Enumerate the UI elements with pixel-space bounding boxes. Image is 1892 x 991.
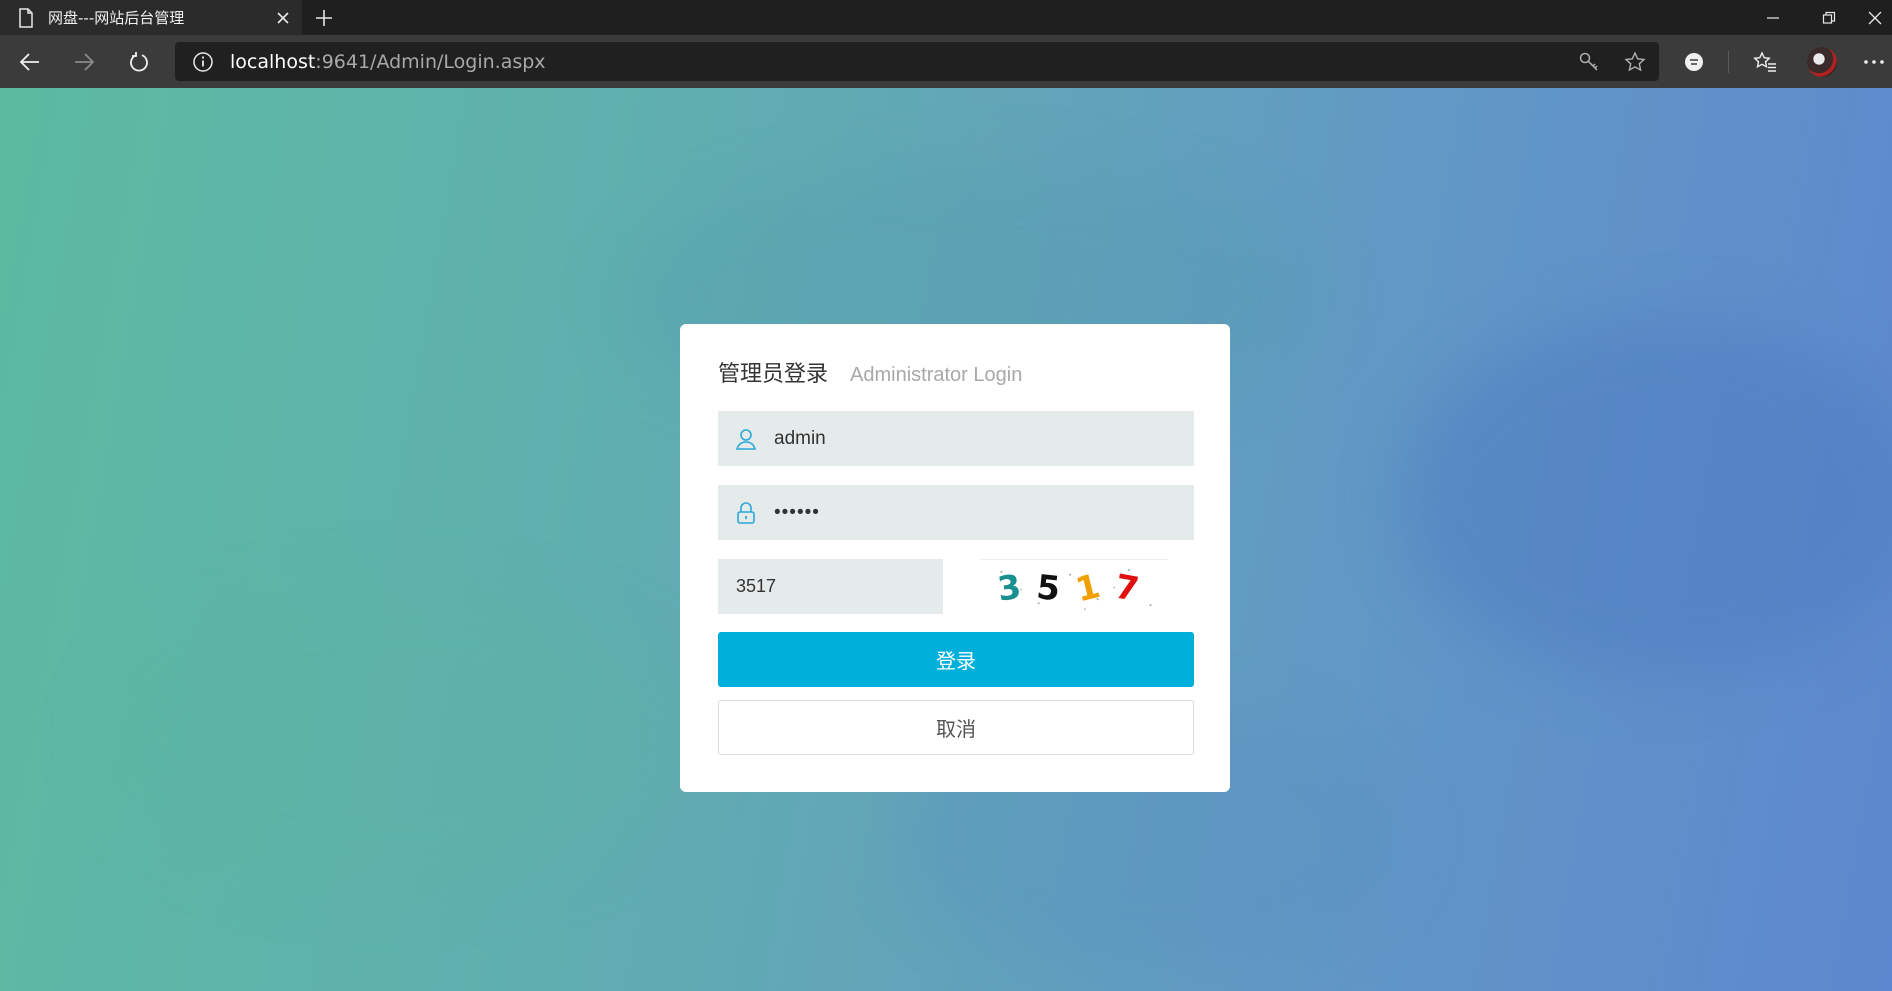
captcha-field[interactable] bbox=[718, 559, 943, 614]
address-bar[interactable]: localhost:9641/Admin/Login.aspx bbox=[175, 42, 1659, 81]
avatar bbox=[1807, 47, 1837, 77]
card-header: 管理员登录 Administrator Login bbox=[718, 356, 1022, 388]
browser-titlebar: 网盘---网站后台管理 bbox=[0, 0, 1892, 35]
captcha-digit: 7 bbox=[1112, 567, 1142, 609]
arrow-right-icon bbox=[75, 53, 95, 71]
plus-icon bbox=[316, 9, 332, 26]
page-viewport: 管理员登录 Administrator Login 3517 bbox=[0, 88, 1892, 991]
close-icon bbox=[1868, 11, 1882, 24]
username-field[interactable] bbox=[718, 411, 1194, 466]
extension-icon bbox=[1685, 53, 1703, 71]
restore-button[interactable] bbox=[1806, 0, 1852, 35]
tab-title: 网盘---网站后台管理 bbox=[48, 9, 185, 27]
key-icon bbox=[1579, 52, 1598, 71]
captcha-digit: 1 bbox=[1072, 566, 1104, 609]
profile-button[interactable] bbox=[1804, 44, 1840, 80]
minimize-button[interactable] bbox=[1750, 0, 1796, 35]
close-icon bbox=[277, 11, 289, 24]
add-favorite-button[interactable] bbox=[1617, 42, 1653, 81]
captcha-digit: 5 bbox=[1035, 567, 1062, 608]
back-button[interactable] bbox=[12, 44, 48, 80]
password-key-button[interactable] bbox=[1571, 42, 1607, 81]
minimize-icon bbox=[1767, 16, 1779, 19]
login-subtitle: Administrator Login bbox=[850, 364, 1023, 386]
lock-icon bbox=[737, 501, 755, 524]
login-title: 管理员登录 bbox=[718, 362, 829, 387]
captcha-image[interactable]: 3517 bbox=[980, 559, 1168, 614]
username-input[interactable] bbox=[774, 418, 1154, 459]
info-icon[interactable] bbox=[192, 51, 214, 73]
toolbar-separator bbox=[1728, 51, 1729, 73]
refresh-icon bbox=[130, 52, 148, 72]
more-icon bbox=[1864, 60, 1884, 64]
favorites-icon bbox=[1753, 51, 1776, 72]
new-tab-button[interactable] bbox=[308, 0, 340, 35]
refresh-button[interactable] bbox=[121, 44, 157, 80]
browser-tab[interactable]: 网盘---网站后台管理 bbox=[0, 0, 302, 35]
password-field[interactable] bbox=[718, 485, 1194, 540]
login-card: 管理员登录 Administrator Login 3517 bbox=[680, 324, 1230, 792]
cancel-button[interactable]: 取消 bbox=[718, 700, 1194, 755]
url-path: :9641/Admin/Login.aspx bbox=[315, 50, 546, 73]
user-icon bbox=[735, 428, 757, 450]
extension-button[interactable] bbox=[1676, 44, 1712, 80]
url-text[interactable]: localhost:9641/Admin/Login.aspx bbox=[230, 51, 546, 73]
star-icon bbox=[1624, 50, 1646, 71]
captcha-digit: 3 bbox=[995, 567, 1023, 609]
close-window-button[interactable] bbox=[1858, 0, 1892, 35]
favorites-button[interactable] bbox=[1747, 44, 1783, 80]
forward-button[interactable] bbox=[66, 44, 102, 80]
page-icon bbox=[19, 7, 33, 28]
arrow-left-icon bbox=[19, 53, 39, 71]
password-input[interactable] bbox=[774, 492, 1154, 533]
background-cloud bbox=[100, 588, 700, 888]
more-button[interactable] bbox=[1856, 44, 1892, 80]
restore-icon bbox=[1822, 11, 1836, 24]
tab-close-button[interactable] bbox=[264, 0, 302, 35]
url-host: localhost bbox=[230, 50, 316, 73]
background-cloud bbox=[1400, 318, 1892, 678]
browser-toolbar: localhost:9641/Admin/Login.aspx bbox=[0, 35, 1892, 88]
login-button[interactable]: 登录 bbox=[718, 632, 1194, 687]
captcha-input[interactable] bbox=[736, 576, 926, 597]
